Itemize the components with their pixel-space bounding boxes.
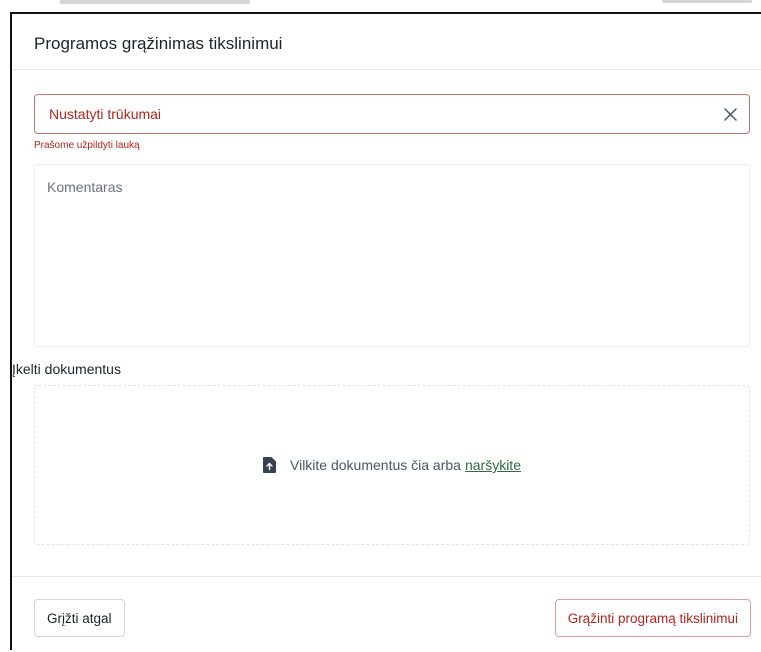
browse-link[interactable]: naršykite xyxy=(465,457,521,473)
deficiencies-field xyxy=(34,94,750,134)
dropzone-text: Vilkite dokumentus čia arba xyxy=(290,457,461,473)
return-program-modal: Programos grąžinimas tikslinimui Prašome… xyxy=(10,12,761,650)
backdrop-ghost-text xyxy=(60,0,250,4)
file-upload-icon xyxy=(263,457,276,473)
comment-textarea[interactable] xyxy=(47,179,737,332)
backdrop-ghost-text xyxy=(662,0,752,3)
back-button[interactable]: Grįžti atgal xyxy=(34,599,125,637)
modal-body: Prašome užpildyti lauką Įkelti dokumentu… xyxy=(12,94,750,545)
close-icon[interactable] xyxy=(721,105,739,123)
backdrop xyxy=(0,0,761,12)
modal-footer: Grįžti atgal Grąžinti programą tikslinim… xyxy=(12,576,761,652)
deficiencies-error: Prašome užpildyti lauką xyxy=(34,140,140,151)
modal-title: Programos grąžinimas tikslinimui xyxy=(34,34,283,53)
upload-label: Įkelti dokumentus xyxy=(12,361,121,377)
modal-header: Programos grąžinimas tikslinimui xyxy=(12,14,761,70)
return-for-revision-button[interactable]: Grąžinti programą tikslinimui xyxy=(554,599,751,637)
document-dropzone[interactable]: Vilkite dokumentus čia arba naršykite xyxy=(34,385,750,545)
comment-field xyxy=(34,164,750,347)
deficiencies-input[interactable] xyxy=(47,105,709,123)
